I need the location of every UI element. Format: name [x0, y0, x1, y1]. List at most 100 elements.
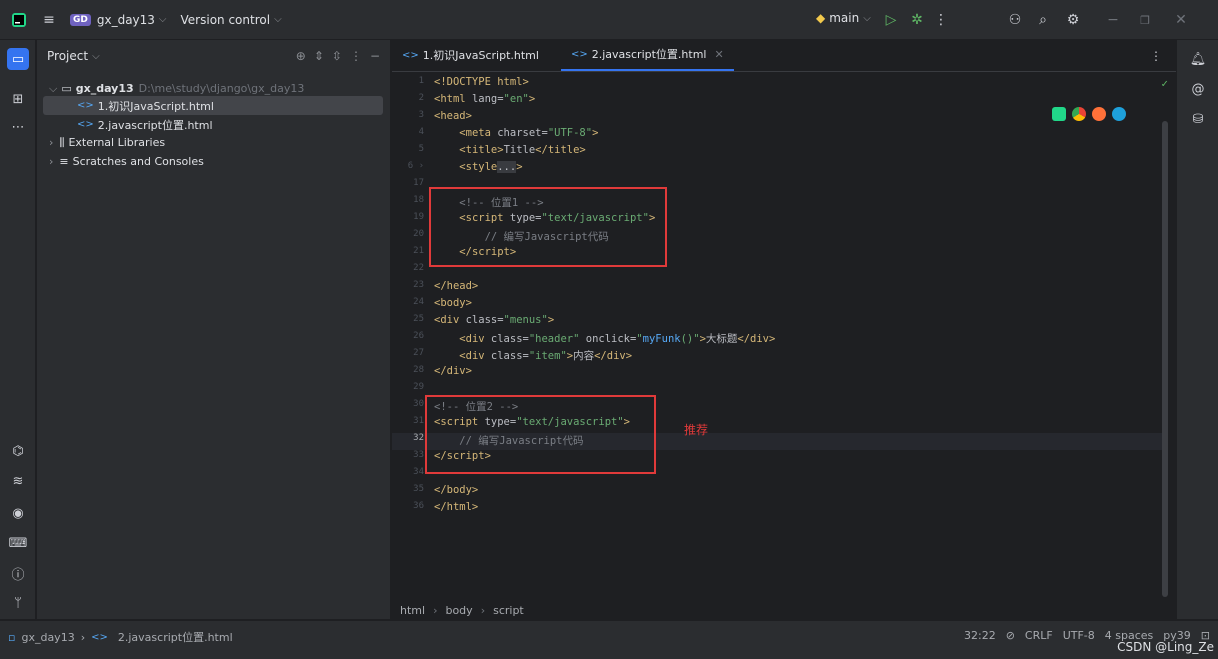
services-icon[interactable]: ◉ [7, 502, 29, 524]
terminal-icon[interactable]: ⌨ [7, 532, 29, 554]
code-line: </body> [434, 484, 479, 496]
firefox-icon[interactable] [1092, 107, 1106, 121]
no-vcs-icon[interactable]: ⊘ [1006, 629, 1015, 642]
branch-selector[interactable]: ◆ main ⌵ [816, 11, 871, 25]
breadcrumb-separator: › [480, 603, 486, 617]
minimize-icon[interactable]: − [1102, 9, 1124, 31]
code-line: <!DOCTYPE html> [434, 76, 529, 88]
git-icon[interactable]: ᛘ [7, 592, 29, 614]
tab-options-icon[interactable]: ⋮ [1150, 49, 1162, 63]
problems-icon[interactable]: ⓘ [7, 562, 29, 584]
notifications-icon[interactable]: 🔔︎ [1187, 48, 1209, 70]
code-line: <body> [434, 297, 472, 309]
more-tools-icon[interactable]: ⋯ [7, 116, 29, 138]
project-panel-title[interactable]: Project [47, 49, 88, 63]
html-file-icon: <> [402, 49, 419, 61]
line-number: 4 [418, 127, 424, 137]
edge-icon[interactable] [1112, 107, 1126, 121]
title-bar: ≡ GD gx_day13 ⌵ Version control ⌵ ◆ main… [0, 0, 1218, 40]
editor-scrollbar[interactable] [1162, 121, 1168, 597]
database-icon[interactable]: ⛁ [1187, 108, 1209, 130]
breadcrumb-item[interactable]: html [400, 604, 425, 617]
structure-icon[interactable]: ⊞ [7, 88, 29, 110]
project-name: gx_day13 [96, 12, 155, 27]
editor-tabs: <> 1.初识JavaScript.html <> 2.javascript位置… [392, 40, 1176, 72]
file-encoding[interactable]: UTF-8 [1063, 629, 1095, 642]
main-menu-icon[interactable]: ≡ [38, 9, 60, 31]
status-project[interactable]: gx_day13 [21, 631, 74, 644]
recommend-annotation: 推荐 [684, 423, 709, 437]
inspection-ok-icon[interactable]: ✓ [1161, 77, 1168, 90]
caret-position[interactable]: 32:22 [964, 629, 996, 642]
code-line: <head> [434, 110, 472, 122]
tree-scratches[interactable]: › ≡ Scratches and Consoles [37, 152, 391, 171]
settings-icon[interactable]: ⚙ [1062, 9, 1084, 31]
line-number: 5 [418, 144, 424, 154]
layers-icon[interactable]: ≋ [7, 470, 29, 492]
close-tab-icon[interactable]: ✕ [714, 48, 723, 61]
line-number: 3 [418, 110, 424, 120]
line-number: 28 [413, 365, 424, 375]
ide-window: ≡ GD gx_day13 ⌵ Version control ⌵ ◆ main… [0, 0, 1218, 659]
locate-icon[interactable]: ⊕ [296, 49, 306, 63]
breadcrumb-separator: › [80, 630, 86, 644]
code-line: </head> [434, 280, 479, 292]
project-folder-icon[interactable]: ▭ [7, 48, 29, 70]
add-user-icon[interactable]: ⚇ [1004, 9, 1026, 31]
line-number: 36 [413, 501, 424, 511]
pycharm-preview-icon[interactable] [1052, 107, 1066, 121]
ai-assistant-icon[interactable]: @ [1187, 78, 1209, 100]
line-number: 18 [413, 195, 424, 205]
module-icon: ▫ [8, 630, 16, 644]
tab-file-2[interactable]: <> 2.javascript位置.html ✕ [560, 39, 734, 71]
options-icon[interactable]: ⋮ [350, 49, 362, 63]
line-separator[interactable]: CRLF [1025, 629, 1053, 642]
search-icon[interactable]: ⌕ [1032, 9, 1054, 31]
browser-preview-icons [1052, 107, 1126, 121]
version-control-menu[interactable]: Version control ⌵ [181, 13, 282, 27]
left-tool-strip: ▭ ⊞ ⋯ ⌬ ≋ ◉ ⌨ ⓘ ᛘ [0, 40, 36, 619]
line-number: 19 [413, 212, 424, 222]
root-folder-name: gx_day13 [75, 82, 134, 95]
tab-label: 1.初识JavaScript.html [422, 49, 539, 62]
code-line: </div> [434, 365, 472, 377]
breadcrumb-item[interactable]: body [445, 604, 472, 617]
right-tool-strip: 🔔︎ @ ⛁ [1176, 40, 1218, 619]
tree-external-libraries[interactable]: › ⫼ External Libraries [37, 133, 391, 152]
highlight-box-position-2 [425, 395, 656, 474]
html-file-icon: <> [77, 119, 94, 130]
tree-file-1[interactable]: <> 1.初识JavaScript.html [43, 96, 383, 115]
chrome-icon[interactable] [1072, 107, 1086, 121]
more-actions-icon[interactable]: ⋮ [930, 9, 952, 31]
scratches-label: Scratches and Consoles [72, 155, 204, 168]
debug-icon[interactable]: ✲ [906, 9, 928, 31]
project-switcher[interactable]: GD gx_day13 ⌵ [70, 13, 167, 27]
breadcrumb-item[interactable]: script [493, 604, 524, 617]
line-number: 35 [413, 484, 424, 494]
collapse-all-icon[interactable]: ⇳ [332, 49, 342, 63]
breadcrumb: html › body › script [392, 601, 1176, 619]
line-number: 34 [413, 467, 424, 477]
restore-icon[interactable]: ❐ [1134, 9, 1156, 31]
chevron-down-icon: ⌵ [49, 81, 58, 95]
watermark: CSDN @Ling_Ze [1117, 640, 1214, 654]
file-name: 1.初识JavaScript.html [97, 99, 214, 113]
line-number: 20 [413, 229, 424, 239]
python-packages-icon[interactable]: ⌬ [7, 440, 29, 462]
html-file-icon: <> [77, 100, 94, 111]
hide-panel-icon[interactable]: − [370, 49, 380, 63]
code-editor[interactable]: 1 <!DOCTYPE html> 2 <html lang="en"> 3 <… [392, 73, 1176, 601]
tab-file-1[interactable]: <> 1.初识JavaScript.html [392, 39, 549, 71]
chevron-down-icon: ⌵ [158, 14, 167, 25]
code-line: <meta charset="UTF-8"> [459, 127, 599, 139]
line-number: 32 [413, 433, 424, 443]
close-icon[interactable]: ✕ [1170, 9, 1192, 31]
run-icon[interactable]: ▷ [880, 9, 902, 31]
code-line: <html lang="en"> [434, 93, 536, 105]
line-number: 17 [413, 178, 424, 188]
chevron-right-icon: › [49, 136, 54, 149]
status-file[interactable]: 2.javascript位置.html [118, 629, 233, 645]
tree-file-2[interactable]: <> 2.javascript位置.html [37, 115, 391, 134]
chevron-down-icon: ⌵ [274, 14, 282, 25]
expand-all-icon[interactable]: ⇕ [314, 49, 324, 63]
